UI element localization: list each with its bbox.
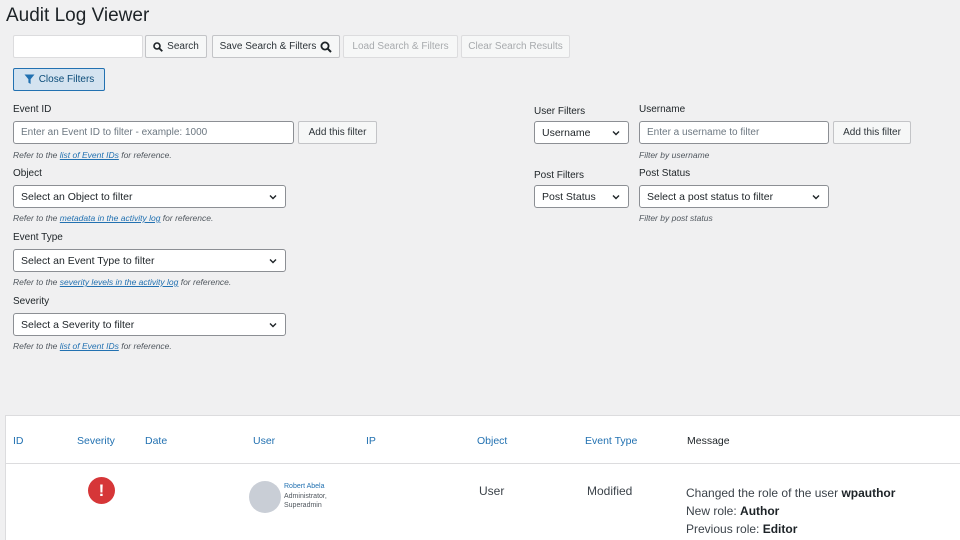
search-icon <box>153 41 164 52</box>
previous-role: Editor <box>762 522 798 536</box>
event-type-select[interactable]: Select an Event Type to filter <box>13 249 286 272</box>
event-id-help: Refer to the list of Event IDs for refer… <box>13 150 172 160</box>
object-help: Refer to the metadata in the activity lo… <box>13 213 214 223</box>
user-roles: Administrator, <box>284 492 327 500</box>
user-info: Robert Abela Administrator, Superadmin <box>284 482 327 511</box>
severity-select[interactable]: Select a Severity to filter <box>13 313 286 336</box>
chevron-down-icon <box>269 322 277 327</box>
add-event-id-filter-button[interactable]: Add this filter <box>298 121 377 144</box>
header-divider <box>6 463 960 464</box>
object-label: Object <box>13 168 42 179</box>
search-button[interactable]: Search <box>145 35 207 58</box>
row-object: User <box>479 484 505 498</box>
row-message: Changed the role of the user wpauthor Ne… <box>686 486 896 536</box>
load-search-label: Load Search & Filters <box>352 41 449 52</box>
clear-search-label: Clear Search Results <box>468 41 563 52</box>
chevron-down-icon <box>269 194 277 199</box>
post-status-select[interactable]: Select a post status to filter <box>639 185 829 208</box>
column-header-ip[interactable]: IP <box>366 435 376 447</box>
add-username-filter-button[interactable]: Add this filter <box>833 121 911 144</box>
user-filters-label: User Filters <box>534 106 586 117</box>
event-ids-link[interactable]: list of Event IDs <box>60 341 119 351</box>
event-id-label: Event ID <box>13 104 52 115</box>
chevron-down-icon <box>612 194 620 199</box>
new-role: Author <box>740 504 780 518</box>
user-roles-2: Superadmin <box>284 502 322 509</box>
save-search-button[interactable]: Save Search & Filters <box>212 35 340 58</box>
event-type-label: Event Type <box>13 232 63 243</box>
post-filters-label: Post Filters <box>534 170 585 181</box>
column-header-message: Message <box>687 435 730 447</box>
metadata-link[interactable]: metadata in the activity log <box>60 213 161 223</box>
search-button-label: Search <box>167 41 199 52</box>
user-name-link[interactable]: Robert Abela <box>284 482 327 492</box>
column-header-date[interactable]: Date <box>145 435 167 447</box>
chevron-down-icon <box>812 194 820 199</box>
column-header-id[interactable]: ID <box>13 435 24 447</box>
column-header-event-type[interactable]: Event Type <box>585 435 637 447</box>
post-filter-type-select[interactable]: Post Status <box>534 185 629 208</box>
severity-levels-link[interactable]: severity levels in the activity log <box>60 277 179 287</box>
event-type-help: Refer to the severity levels in the acti… <box>13 277 232 287</box>
column-header-user[interactable]: User <box>253 435 275 447</box>
severity-help: Refer to the list of Event IDs for refer… <box>13 341 172 351</box>
close-filters-label: Close Filters <box>38 74 95 85</box>
affected-username: wpauthor <box>841 486 896 500</box>
row-event-type: Modified <box>587 484 633 498</box>
object-select[interactable]: Select an Object to filter <box>13 185 286 208</box>
column-header-severity[interactable]: Severity <box>77 435 115 447</box>
username-label: Username <box>639 104 686 115</box>
search-input[interactable] <box>13 35 143 58</box>
severity-label: Severity <box>13 296 50 307</box>
user-filter-type-select[interactable]: Username <box>534 121 629 144</box>
username-input[interactable] <box>639 121 829 144</box>
post-status-help: Filter by post status <box>639 213 713 223</box>
page-title: Audit Log Viewer <box>6 5 150 26</box>
column-header-object[interactable]: Object <box>477 435 507 447</box>
event-id-input[interactable] <box>13 121 294 144</box>
post-status-label: Post Status <box>639 168 691 179</box>
close-filters-button[interactable]: Close Filters <box>13 68 105 91</box>
load-search-button[interactable]: Load Search & Filters <box>343 35 458 58</box>
audit-log-table: ID Severity Date User IP Object Event Ty… <box>5 415 960 540</box>
chevron-down-icon <box>612 130 620 135</box>
event-ids-link[interactable]: list of Event IDs <box>60 150 119 160</box>
username-help: Filter by username <box>639 150 710 160</box>
filter-icon <box>24 74 35 84</box>
clear-search-button[interactable]: Clear Search Results <box>461 35 570 58</box>
save-search-label: Save Search & Filters <box>219 41 317 52</box>
chevron-down-icon <box>269 258 277 263</box>
search-plus-icon <box>320 41 333 53</box>
avatar <box>249 481 281 513</box>
critical-severity-icon: ! <box>88 477 115 504</box>
